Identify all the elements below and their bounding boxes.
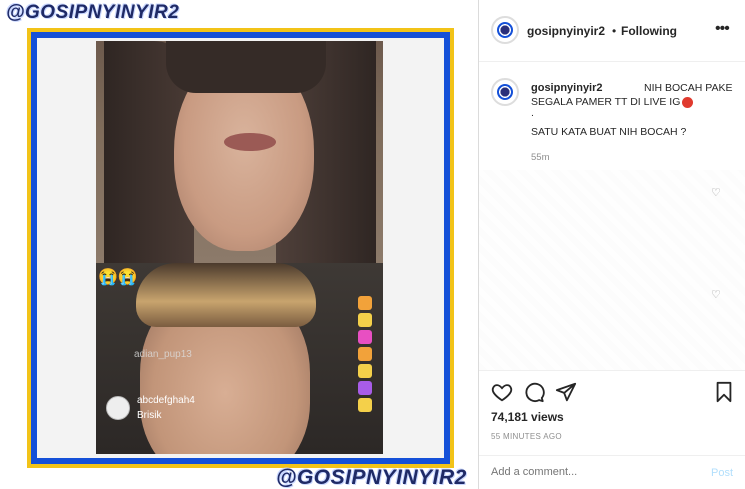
live-comment-faded: adian_pup13 <box>134 349 192 360</box>
caption-line-3: . <box>531 107 534 119</box>
heart-icon[interactable] <box>491 381 515 405</box>
live-video-frame[interactable]: 😭😭 adian_pup13 abcdefghah4 Brisik <box>96 41 383 454</box>
comment-icon[interactable] <box>523 381 547 405</box>
following-button[interactable]: Following <box>621 24 677 38</box>
post-media[interactable]: @GOSIPNYINYIR2 😭😭 adian_pup13 abcdefghah… <box>0 0 478 489</box>
views-count[interactable]: 74,181 views <box>491 410 564 424</box>
post-side-panel: gosipnyinyir2 • Following ••• gosipnyiny… <box>479 0 745 489</box>
paper-plane-icon[interactable] <box>555 381 579 405</box>
caption-avatar[interactable] <box>491 78 519 106</box>
caption-username[interactable]: gosipnyinyir2 <box>531 82 603 94</box>
comments-area <box>479 170 745 370</box>
header-separator: • <box>612 24 617 38</box>
add-comment-input[interactable] <box>491 466 691 478</box>
caption-line-4: SATU KATA BUAT NIH BOCAH ? <box>531 126 687 138</box>
sad-face-emoji-icon <box>682 96 694 108</box>
comment-like-heart-icon[interactable]: ♡ <box>711 288 721 301</box>
header-username[interactable]: gosipnyinyir2 <box>527 24 605 38</box>
live-comment-text: Brisik <box>137 410 162 421</box>
bottom-livestream: 😭😭 adian_pup13 abcdefghah4 Brisik <box>96 263 383 454</box>
live-comment-user: abcdefghah4 <box>137 395 195 406</box>
watermark-top: @GOSIPNYINYIR2 <box>6 2 180 23</box>
header-avatar[interactable] <box>491 16 519 44</box>
floating-hearts <box>350 293 380 415</box>
caption-line-2: SEGALA PAMER TT DI LIVE IG <box>531 96 694 108</box>
watermark-bottom: @GOSIPNYINYIR2 <box>276 466 467 489</box>
live-comment-avatar <box>106 396 130 420</box>
post-comment-button[interactable]: Post <box>711 467 733 479</box>
caption-line-1: NIH BOCAH PAKE <box>644 82 733 94</box>
comment-like-heart-icon[interactable]: ♡ <box>711 186 721 199</box>
emoji-reaction: 😭😭 <box>98 269 138 286</box>
top-livestream <box>96 41 383 263</box>
bookmark-icon[interactable] <box>713 381 737 405</box>
caption-timestamp[interactable]: 55m <box>531 152 549 163</box>
more-horizontal-icon[interactable]: ••• <box>715 20 730 38</box>
posted-time[interactable]: 55 MINUTES AGO <box>491 432 562 441</box>
